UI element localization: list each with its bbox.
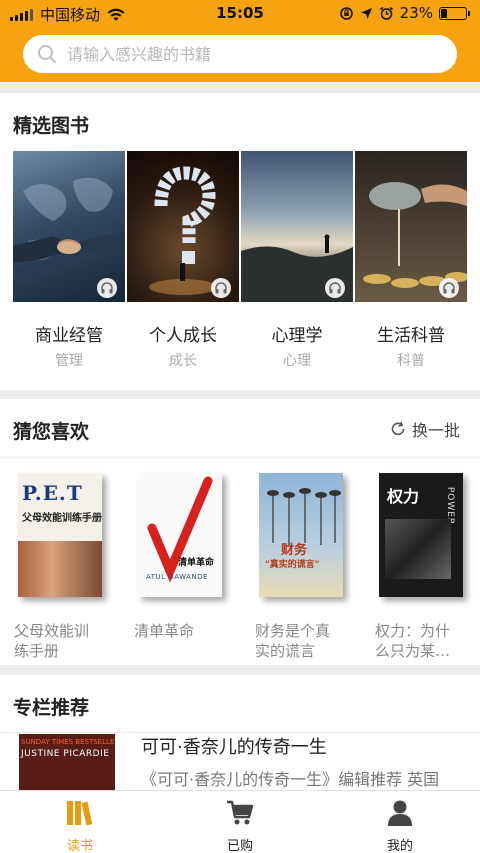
location-icon (360, 7, 372, 19)
refresh-label: 换一批 (411, 421, 460, 440)
tab-me[interactable]: 我的 (360, 799, 440, 853)
category-tag: 成长 (169, 353, 197, 369)
books-icon (67, 801, 93, 826)
book-cover: 财务 "真实的谎言" (259, 473, 343, 597)
book-title: 财务是个真 实的谎言 (255, 621, 355, 661)
column-item-desc: 《可可·香奈儿的传奇一生》编辑推荐 英国 (141, 770, 440, 789)
status-bar: 中国移动 15:05 23% (0, 0, 480, 27)
book-card-pet[interactable]: P.E.T 父母效能训练手册 父母效能训 练手册 (14, 473, 114, 660)
cover-photo (385, 519, 451, 579)
tab-label: 已购 (226, 839, 253, 853)
header: 中国移动 15:05 23% (0, 0, 480, 82)
search-input[interactable] (67, 44, 427, 64)
category-tag: 管理 (55, 353, 83, 369)
book-title-line: 练手册 (14, 642, 60, 660)
book-title-line: 清单革命 (134, 622, 195, 640)
category-name: 个人成长 (149, 326, 217, 346)
cover-photo (18, 541, 102, 597)
book-title-line: 实的谎言 (255, 642, 316, 660)
column-section: 专栏推荐 SUNDAY TIMES BESTSELLER JUSTINE PIC… (0, 675, 480, 794)
cover-lamps (267, 488, 341, 545)
featured-section: 精选图书 商业经管 管理 个人成长 成长 心理学 心理 生活科普 科普 (0, 93, 480, 390)
book-cover: P.E.T 父母效能训练手册 (18, 473, 102, 597)
featured-title: 精选图书 (13, 115, 90, 137)
app-screen: 中国移动 15:05 23% 精选图书 (0, 0, 480, 853)
cover-author: JUSTINE PICARDIE (21, 749, 110, 759)
book-title-line: 么只为某… (375, 642, 451, 660)
cover-title: 清单革命 (178, 558, 215, 568)
guess-section: 猜您喜欢 换一批 P.E.T 父母效能训练手册 父母效能训 练手册 清单革命 A… (0, 399, 480, 665)
refresh-icon (391, 421, 405, 436)
column-title: 专栏推荐 (13, 697, 90, 719)
headphone-icon (211, 278, 231, 298)
question-puzzle-image (127, 151, 239, 302)
headphone-icon (325, 278, 345, 298)
battery-icon (439, 6, 470, 20)
category-tag: 科普 (397, 353, 425, 369)
tab-label: 我的 (386, 839, 413, 853)
cover-title: 财务 (281, 543, 308, 558)
tea-pour-image (355, 151, 467, 302)
cart-icon (227, 800, 254, 825)
cover-banner: SUNDAY TIMES BESTSELLER (21, 738, 115, 746)
book-card-finance[interactable]: 财务 "真实的谎言" 财务是个真 实的谎言 (255, 473, 355, 660)
book-card-checklist[interactable]: 清单革命 ATUL GAWANDE 清单革命 (134, 473, 234, 640)
rotation-lock-icon (339, 6, 353, 20)
guess-title: 猜您喜欢 (13, 421, 90, 443)
category-card-business[interactable]: 商业经管 管理 (13, 151, 125, 369)
headphone-icon (439, 278, 459, 298)
book-title: 权力：为什 么只为某… (375, 621, 475, 661)
search-bar[interactable] (23, 35, 457, 73)
tab-purchased[interactable]: 已购 (200, 799, 280, 853)
lone-person-lake-image (241, 151, 353, 302)
book-title: 父母效能训 练手册 (14, 621, 114, 661)
handshake-image (13, 151, 125, 302)
book-card-power[interactable]: 权力 POWER 权力：为什 么只为某… (375, 473, 475, 660)
tab-reading[interactable]: 读书 (40, 799, 120, 853)
book-cover: 清单革命 ATUL GAWANDE (138, 473, 222, 597)
category-tag: 心理 (283, 353, 311, 369)
search-icon (38, 45, 57, 64)
cover-subtitle: "真实的谎言" (265, 560, 320, 570)
battery-percent: 23% (399, 4, 433, 22)
book-title-line: 权力：为什 (375, 622, 451, 640)
book-title-line: 父母效能训 (14, 622, 90, 640)
category-card-growth[interactable]: 个人成长 成长 (127, 151, 239, 369)
book-title: 清单革命 (134, 621, 234, 641)
column-cover[interactable]: SUNDAY TIMES BESTSELLER JUSTINE PICARDIE (19, 734, 115, 794)
cover-author: ATUL GAWANDE (146, 573, 208, 581)
alarm-icon (379, 6, 393, 20)
category-card-psychology[interactable]: 心理学 心理 (241, 151, 353, 369)
headphone-icon (97, 278, 117, 298)
tab-label: 读书 (66, 839, 93, 853)
category-name: 商业经管 (35, 326, 103, 346)
cover-title: 权力 (387, 487, 420, 506)
category-name: 生活科普 (377, 326, 445, 346)
tab-bar: 读书 已购 我的 (0, 790, 480, 853)
refresh-button[interactable]: 换一批 (390, 417, 460, 441)
cover-title: 父母效能训练手册 (22, 513, 102, 524)
user-icon (388, 800, 412, 826)
book-title-line: 财务是个真 (255, 622, 331, 640)
category-card-science[interactable]: 生活科普 科普 (355, 151, 467, 369)
category-name: 心理学 (271, 326, 323, 346)
divider (0, 457, 480, 458)
column-item-title[interactable]: 可可·香奈儿的传奇一生 (141, 733, 327, 759)
cover-title-big: P.E.T (22, 481, 83, 505)
book-cover: 权力 POWER (379, 473, 463, 597)
